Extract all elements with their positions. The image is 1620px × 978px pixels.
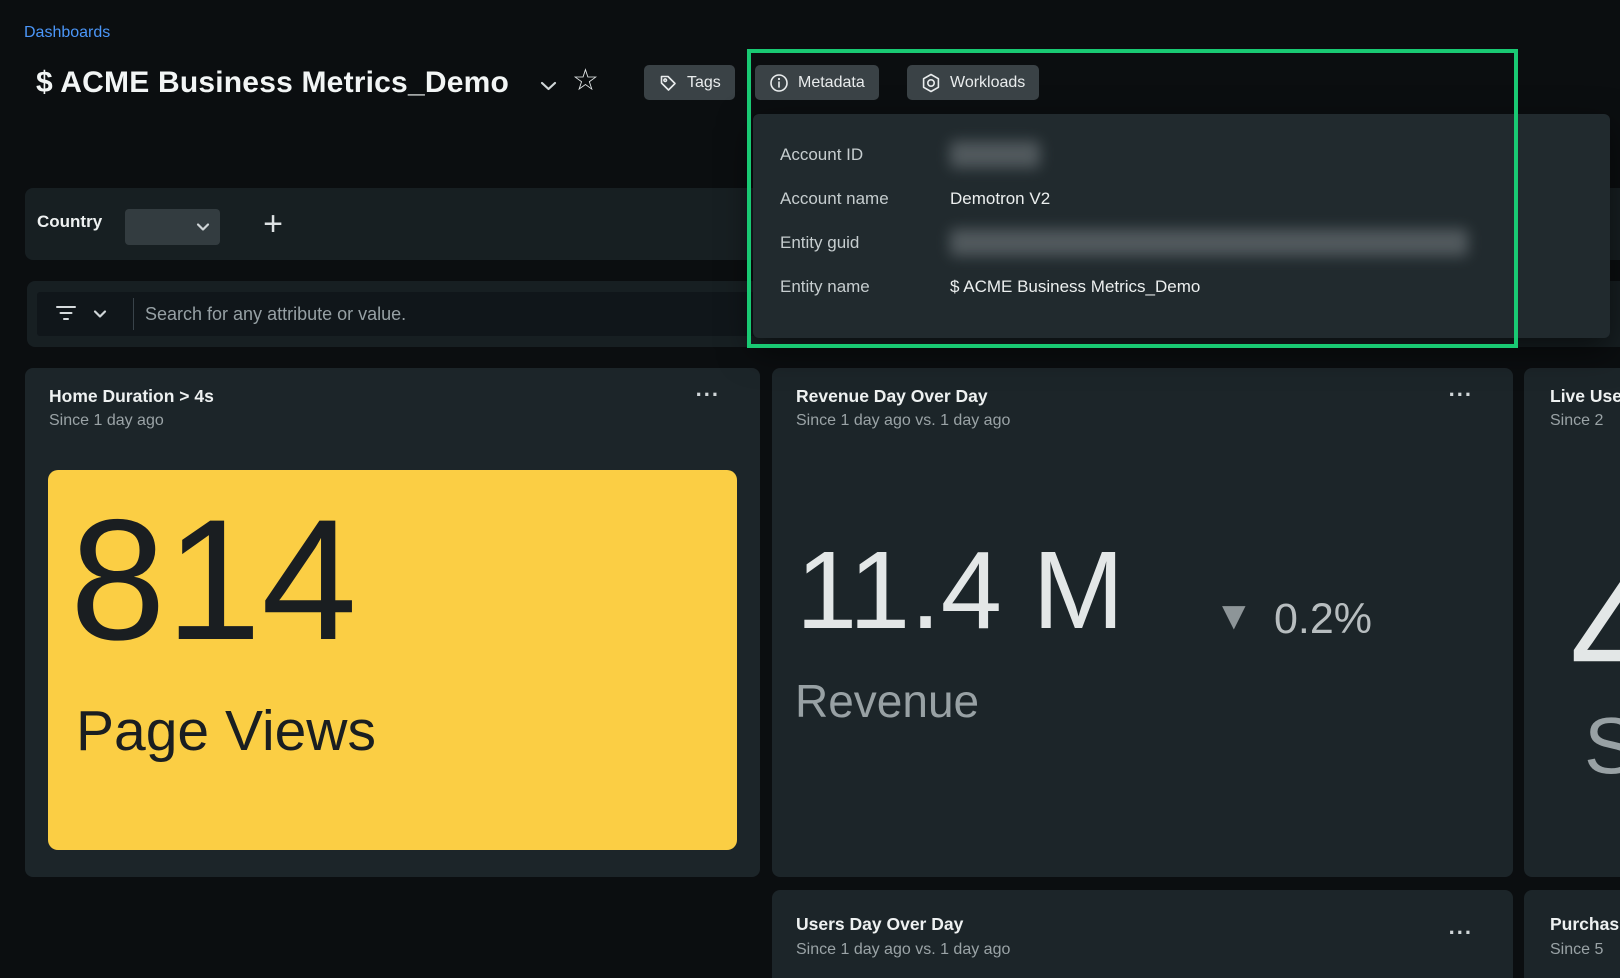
- redacted-value-blur: [950, 141, 1040, 168]
- metric-label: Page Views: [76, 698, 376, 764]
- breadcrumb-dashboards-link[interactable]: Dashboards: [24, 24, 110, 42]
- card-purchases: Purchas Since 5: [1524, 890, 1620, 978]
- add-filter-button[interactable]: +: [253, 206, 293, 242]
- card-title: Users Day Over Day: [796, 914, 963, 935]
- card-title: Purchas: [1550, 914, 1619, 935]
- metadata-value: Demotron V2: [950, 189, 1050, 209]
- metadata-value: $ ACME Business Metrics_Demo: [950, 277, 1200, 297]
- metric-label: S: [1584, 706, 1620, 786]
- filter-funnel-icon: [55, 306, 77, 322]
- tags-button-label: Tags: [687, 74, 721, 92]
- card-subtitle: Since 1 day ago vs. 1 day ago: [796, 941, 1010, 959]
- card-users-day-over-day: Users Day Over Day Since 1 day ago vs. 1…: [772, 890, 1513, 978]
- card-live-users: Live Use Since 2 4 S: [1524, 368, 1620, 877]
- metadata-label: Entity guid: [780, 233, 859, 253]
- metadata-button-label: Metadata: [798, 74, 865, 92]
- tags-button[interactable]: Tags: [644, 65, 735, 100]
- select-chevron-down-icon: [196, 222, 210, 232]
- workloads-button[interactable]: Workloads: [907, 65, 1039, 100]
- metadata-label: Entity name: [780, 277, 870, 297]
- card-title: Home Duration > 4s: [49, 386, 214, 407]
- page-title: $ ACME Business Metrics_Demo: [36, 66, 509, 100]
- metadata-row-entity-guid: Entity guid: [753, 222, 1610, 266]
- metadata-label: Account ID: [780, 145, 863, 165]
- metadata-row-entity-name: Entity name $ ACME Business Metrics_Demo: [753, 266, 1610, 310]
- card-menu-button[interactable]: ...: [1449, 378, 1473, 400]
- info-circle-icon: [769, 73, 789, 93]
- billboard-page-views: 814 Page Views: [48, 470, 737, 850]
- workloads-button-label: Workloads: [950, 74, 1025, 92]
- metadata-row-account-name: Account name Demotron V2: [753, 178, 1610, 222]
- card-subtitle: Since 2: [1550, 412, 1603, 430]
- dashboard-page: Dashboards $ ACME Business Metrics_Demo …: [0, 0, 1620, 978]
- card-home-duration: Home Duration > 4s Since 1 day ago ... 8…: [25, 368, 760, 877]
- metric-label: Revenue: [795, 678, 979, 724]
- redacted-value-blur: [950, 229, 1468, 256]
- card-title: Revenue Day Over Day: [796, 386, 988, 407]
- card-revenue-day-over-day: Revenue Day Over Day Since 1 day ago vs.…: [772, 368, 1513, 877]
- filter-toggle-button[interactable]: [51, 292, 135, 336]
- card-menu-button[interactable]: ...: [696, 378, 720, 400]
- metric-value: 11.4 M: [796, 536, 1124, 646]
- metric-delta: 0.2%: [1274, 598, 1372, 641]
- metadata-row-account-id: Account ID: [753, 134, 1610, 178]
- metadata-button[interactable]: Metadata: [755, 65, 879, 100]
- tag-icon: [658, 73, 678, 93]
- filter-chevron-down-icon: [93, 309, 107, 319]
- card-subtitle: Since 5: [1550, 941, 1603, 959]
- card-title: Live Use: [1550, 386, 1620, 407]
- card-subtitle: Since 1 day ago vs. 1 day ago: [796, 412, 1010, 430]
- metric-value: 814: [70, 490, 357, 671]
- metadata-panel: Account ID Account name Demotron V2 Enti…: [753, 114, 1610, 338]
- card-subtitle: Since 1 day ago: [49, 412, 164, 430]
- triangle-down-icon: ▼: [1214, 596, 1254, 636]
- favorite-star-icon[interactable]: ☆: [572, 64, 599, 98]
- title-chevron-down-icon[interactable]: [540, 80, 557, 92]
- filter-country-label: Country: [37, 212, 102, 232]
- metadata-label: Account name: [780, 189, 889, 209]
- card-menu-button[interactable]: ...: [1449, 916, 1473, 938]
- search-divider: [133, 298, 134, 330]
- workloads-hexagon-icon: [921, 73, 941, 93]
- country-select[interactable]: [125, 209, 220, 245]
- metric-value: 4: [1570, 548, 1620, 713]
